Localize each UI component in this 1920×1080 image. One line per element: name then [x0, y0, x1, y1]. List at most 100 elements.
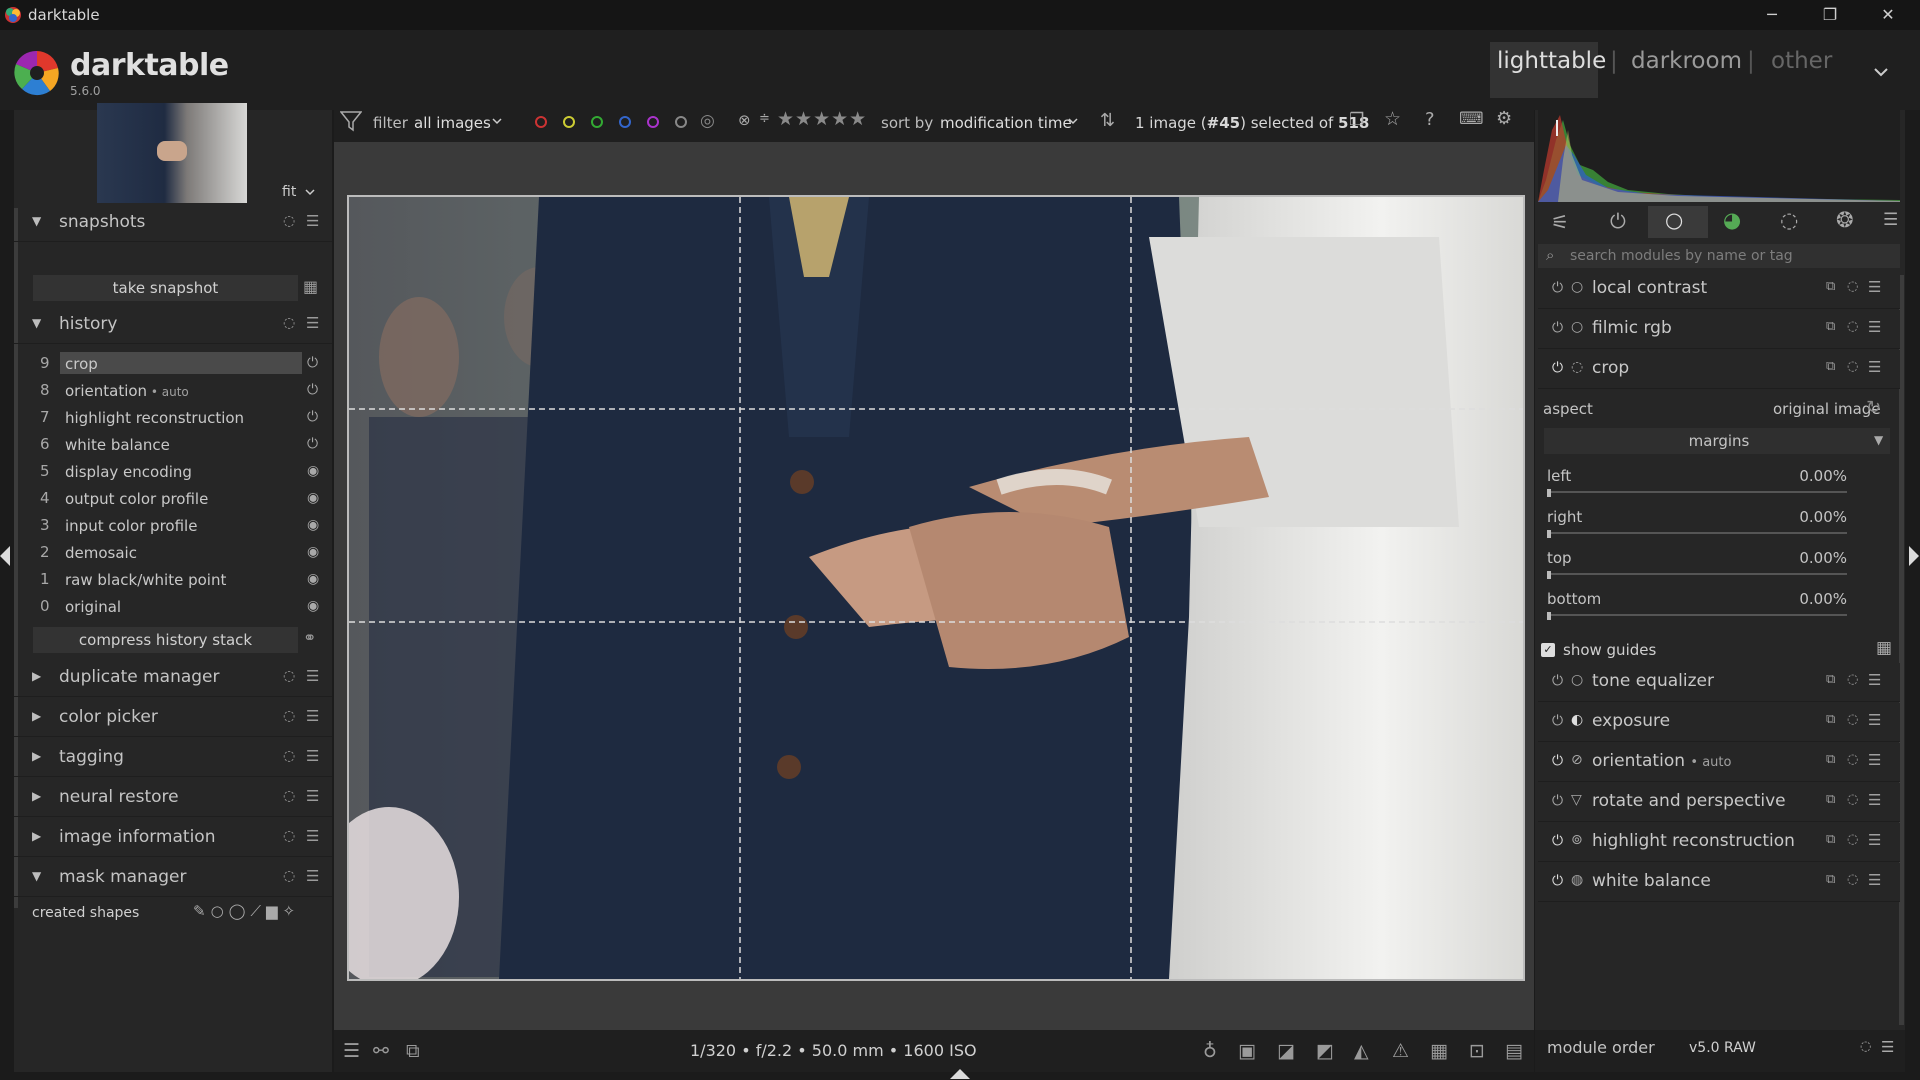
history-item[interactable]: 6 white balance ⏻: [30, 431, 330, 458]
filter-icon[interactable]: [340, 110, 362, 132]
history-item[interactable]: 7 highlight reconstruction ⏻: [30, 404, 330, 431]
gamut-check-icon[interactable]: ◭: [1354, 1040, 1369, 1062]
compress-history-button[interactable]: compress history stack: [33, 627, 298, 653]
reset-icon[interactable]: ◌: [283, 213, 295, 229]
history-item[interactable]: 9 crop ⏻: [30, 350, 330, 377]
history-item[interactable]: 4 output color profile ◉: [30, 485, 330, 512]
maximize-button[interactable]: ❐: [1810, 3, 1850, 27]
preferences-gear-icon[interactable]: ⚙: [1496, 108, 1512, 129]
module-white-balance[interactable]: ⏻ ◍ white balance ⧉ ◌ ☰: [1538, 863, 1900, 902]
rating-stars[interactable]: ★★★★★: [777, 108, 867, 130]
color-label-green-icon[interactable]: [591, 116, 603, 128]
history-item[interactable]: 2 demosaic ◉: [30, 539, 330, 566]
module-filmic-rgb[interactable]: ⏻ ○ filmic rgb ⧉ ◌ ☰: [1538, 310, 1900, 349]
color-label-blue-icon[interactable]: [619, 116, 631, 128]
compress-options-icon[interactable]: ⚭: [303, 628, 316, 647]
image-canvas[interactable]: [347, 195, 1525, 981]
active-modules-power-icon[interactable]: ⏻: [1610, 209, 1626, 233]
presets-icon[interactable]: ☰: [306, 314, 319, 332]
grouping-icon[interactable]: ❐: [1349, 110, 1364, 130]
chevron-down-icon[interactable]: [492, 118, 502, 125]
history-item[interactable]: 5 display encoding ◉: [30, 458, 330, 485]
history-item[interactable]: 1 raw black/white point ◉: [30, 566, 330, 593]
view-darkroom[interactable]: darkroom: [1631, 48, 1742, 74]
second-window-icon[interactable]: ⧉: [406, 1040, 420, 1062]
presets-icon[interactable]: ☰: [1881, 1038, 1894, 1056]
margin-bottom-slider[interactable]: bottom 0.00%: [1547, 590, 1847, 630]
display-profile-icon[interactable]: ▤: [1505, 1040, 1523, 1062]
take-snapshot-button[interactable]: take snapshot: [33, 275, 298, 301]
effect-group-icon[interactable]: ❂: [1836, 208, 1854, 232]
chevron-down-icon[interactable]: [1068, 118, 1078, 125]
module-image-information[interactable]: ▶ image information ◌ ☰: [14, 818, 332, 857]
quick-access-panel-icon[interactable]: ⚟: [1551, 210, 1569, 234]
focus-peaking-icon[interactable]: ⊡: [1469, 1040, 1485, 1062]
module-mask-manager[interactable]: ▼ mask manager ◌ ☰: [14, 858, 332, 897]
raw-overexposed-icon[interactable]: ◩: [1316, 1040, 1334, 1062]
overlays-star-icon[interactable]: ☆: [1384, 108, 1401, 130]
collapse-right-panel-icon[interactable]: [1909, 546, 1919, 566]
history-item[interactable]: 3 input color profile ◉: [30, 512, 330, 539]
module-search-input[interactable]: ⌕ search modules by name or tag: [1538, 244, 1900, 268]
color-label-purple-icon[interactable]: [647, 116, 659, 128]
rejected-icon[interactable]: ⊗: [738, 111, 751, 129]
module-rotate-and-perspective[interactable]: ⏻ ▽ rotate and perspective ⧉ ◌ ☰: [1538, 783, 1900, 822]
color-label-gray-icon[interactable]: [675, 116, 687, 128]
module-neural-restore[interactable]: ▶ neural restore ◌ ☰: [14, 778, 332, 817]
overexposed-icon[interactable]: ◪: [1277, 1040, 1295, 1062]
histogram[interactable]: [1538, 110, 1900, 202]
color-label-yellow-icon[interactable]: [563, 116, 575, 128]
presets-menu-icon[interactable]: ☰: [1883, 210, 1898, 230]
aspect-dropdown[interactable]: original image: [1773, 400, 1881, 418]
module-tone-equalizer[interactable]: ⏻ ○ tone equalizer ⧉ ◌ ☰: [1538, 663, 1900, 702]
navigation-thumbnail[interactable]: [97, 103, 247, 203]
module-tagging[interactable]: ▶ tagging ◌ ☰: [14, 738, 332, 777]
styles-icon[interactable]: ⚯: [373, 1040, 389, 1062]
reset-icon[interactable]: ◌: [283, 315, 295, 331]
aspect-rotate-icon[interactable]: ↻: [1866, 397, 1881, 418]
warning-icon[interactable]: ⚠: [1392, 1040, 1409, 1062]
reset-icon[interactable]: ◌: [1860, 1039, 1871, 1054]
margin-left-slider[interactable]: left 0.00%: [1547, 467, 1847, 507]
module-exposure[interactable]: ⏻ ◐ exposure ⧉ ◌ ☰: [1538, 703, 1900, 742]
collapse-bottom-panel-icon[interactable]: [950, 1068, 970, 1080]
presets-icon[interactable]: ☰: [306, 212, 319, 230]
module-duplicate-manager[interactable]: ▶ duplicate manager ◌ ☰: [14, 658, 332, 697]
module-color-picker[interactable]: ▶ color picker ◌ ☰: [14, 698, 332, 737]
filter-dropdown[interactable]: all images: [414, 114, 491, 132]
module-snapshots[interactable]: ▼ snapshots ◌ ☰: [14, 203, 332, 242]
zoom-fit[interactable]: fit: [282, 184, 296, 200]
history-item[interactable]: 8 orientation • auto ⏻: [30, 377, 330, 404]
view-lighttable[interactable]: lighttable: [1497, 48, 1606, 74]
module-history[interactable]: ▼ history ◌ ☰: [14, 305, 332, 344]
guides-grid-icon[interactable]: ▦: [1876, 638, 1892, 658]
module-highlight-reconstruction[interactable]: ⏻ ⊚ highlight reconstruction ⧉ ◌ ☰: [1538, 823, 1900, 862]
help-icon[interactable]: ?: [1425, 109, 1435, 130]
chevron-down-icon[interactable]: [305, 189, 315, 196]
minimize-button[interactable]: ─: [1752, 3, 1792, 27]
history-item[interactable]: 0 original ◉: [30, 593, 330, 620]
margins-section[interactable]: margins ▼: [1544, 428, 1890, 454]
correct-group-icon[interactable]: ◌: [1780, 208, 1798, 232]
close-button[interactable]: ✕: [1868, 3, 1908, 27]
collapse-left-panel-icon[interactable]: [0, 546, 10, 566]
chevron-down-icon[interactable]: [1874, 68, 1888, 77]
module-orientation[interactable]: ⏻ ⊘ orientation • auto ⧉ ◌ ☰: [1538, 743, 1900, 782]
margin-right-slider[interactable]: right 0.00%: [1547, 508, 1847, 548]
softproof-icon[interactable]: ▣: [1238, 1040, 1256, 1062]
quick-access-icon[interactable]: ☰: [343, 1040, 360, 1062]
show-guides-checkbox[interactable]: ✓: [1541, 643, 1555, 657]
snapshot-compare-icon[interactable]: ▦: [303, 277, 318, 296]
margin-top-slider[interactable]: top 0.00%: [1547, 549, 1847, 589]
module-local-contrast[interactable]: ⏻ ○ local contrast ⧉ ◌ ☰: [1538, 270, 1900, 309]
color-label-red-icon[interactable]: [535, 116, 547, 128]
collapse-arrow-icon[interactable]: ▼: [1874, 433, 1883, 447]
module-order-value[interactable]: v5.0 RAW: [1689, 1040, 1756, 1056]
sort-order-icon[interactable]: ⇅: [1100, 110, 1115, 131]
guides-grid-icon[interactable]: ▦: [1430, 1040, 1448, 1062]
color-assessment-icon[interactable]: ♁: [1203, 1040, 1217, 1062]
color-group-icon[interactable]: ◕: [1723, 208, 1741, 232]
color-label-operator-icon[interactable]: ◎: [700, 111, 715, 131]
sort-dropdown[interactable]: modification time: [940, 114, 1072, 132]
module-crop[interactable]: ⏻ ◌ crop ⧉ ◌ ☰: [1538, 350, 1900, 389]
